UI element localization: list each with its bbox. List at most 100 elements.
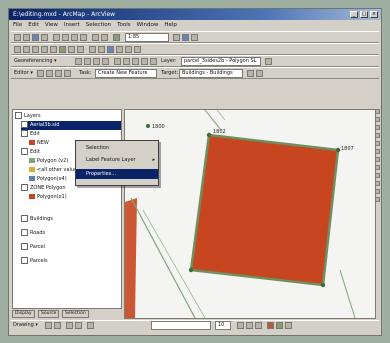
target-select[interactable]: Buildings - Buildings xyxy=(179,69,243,78)
shift-icon[interactable] xyxy=(84,58,91,65)
toc-item-roads[interactable]: Roads xyxy=(21,229,45,238)
link-table-icon[interactable] xyxy=(102,58,109,65)
checkbox-icon[interactable] xyxy=(21,215,28,222)
editor-menu[interactable]: Editor ▾ xyxy=(14,69,33,78)
redo-icon[interactable] xyxy=(101,34,108,41)
pan-icon[interactable] xyxy=(50,46,57,53)
map-canvas[interactable]: 1800 1802 1807 xyxy=(125,110,375,318)
checkbox-icon[interactable] xyxy=(21,229,28,236)
swipe-icon[interactable] xyxy=(150,58,157,65)
zoom-in-icon[interactable] xyxy=(14,46,21,53)
rotate-icon[interactable] xyxy=(75,58,82,65)
vertex-handle[interactable] xyxy=(188,267,194,273)
identify-icon[interactable] xyxy=(107,46,114,53)
vertex-handle[interactable] xyxy=(320,282,326,288)
add-control-points-icon[interactable] xyxy=(93,58,100,65)
effects-icon[interactable] xyxy=(114,58,121,65)
rectangle-tool-icon[interactable] xyxy=(75,322,82,329)
tool-icon[interactable] xyxy=(375,189,380,194)
tool-icon[interactable] xyxy=(375,125,380,130)
checkbox-icon[interactable] xyxy=(21,130,28,137)
italic-icon[interactable] xyxy=(246,322,253,329)
checkbox-icon[interactable] xyxy=(21,148,28,155)
cut-icon[interactable] xyxy=(53,34,60,41)
toc-item-aerial[interactable]: Aerial3b.sid xyxy=(21,121,121,130)
selected-parcel[interactable] xyxy=(189,133,340,287)
transparency-icon[interactable] xyxy=(141,58,148,65)
vertex-handle[interactable] xyxy=(335,147,341,153)
measure-icon[interactable] xyxy=(125,46,132,53)
rotate-element-icon[interactable] xyxy=(54,322,61,329)
close-button[interactable]: × xyxy=(370,11,378,18)
tool-icon[interactable] xyxy=(375,157,380,162)
line-color-icon[interactable] xyxy=(285,322,292,329)
drawing-menu[interactable]: Drawing ▾ xyxy=(13,321,38,330)
tool-icon[interactable] xyxy=(375,181,380,186)
select-elements-icon[interactable] xyxy=(98,46,105,53)
full-extent-icon[interactable] xyxy=(59,46,66,53)
maximize-button[interactable]: □ xyxy=(360,11,368,18)
whats-this-icon[interactable] xyxy=(191,34,198,41)
vertex-handle[interactable] xyxy=(146,124,150,128)
select-elements-icon[interactable] xyxy=(45,322,52,329)
toc-item-zone[interactable]: ZONE Polygon xyxy=(21,184,66,193)
menu-view[interactable]: View xyxy=(45,21,58,30)
tool-icon[interactable] xyxy=(375,197,380,202)
checkbox-icon[interactable] xyxy=(21,184,28,191)
checkbox-icon[interactable] xyxy=(21,121,28,128)
font-field[interactable] xyxy=(151,321,211,330)
task-select[interactable]: Create New Feature xyxy=(95,69,157,78)
copy-icon[interactable] xyxy=(62,34,69,41)
underline-icon[interactable] xyxy=(255,322,262,329)
adjacent-parcel[interactable] xyxy=(125,198,137,318)
font-size-field[interactable]: 10 xyxy=(215,321,231,330)
expand-icon[interactable] xyxy=(15,112,22,119)
bold-icon[interactable] xyxy=(237,322,244,329)
brightness-icon[interactable] xyxy=(132,58,139,65)
tool-icon[interactable] xyxy=(375,165,380,170)
context-item-properties[interactable]: Properties... xyxy=(76,169,158,179)
menu-insert[interactable]: Insert xyxy=(64,21,80,30)
minimize-button[interactable]: _ xyxy=(350,11,358,18)
menu-help[interactable]: Help xyxy=(164,21,177,30)
rotate-tool-icon[interactable] xyxy=(64,70,71,77)
menu-tools[interactable]: Tools xyxy=(117,21,131,30)
new-icon[interactable] xyxy=(14,34,21,41)
context-item-label-features[interactable]: Label Feature Layer ▸ xyxy=(76,155,158,165)
editor-toolbar-icon[interactable] xyxy=(173,34,180,41)
georeferencing-menu[interactable]: Georeferencing ▾ xyxy=(14,57,57,66)
find-icon[interactable] xyxy=(116,46,123,53)
menu-window[interactable]: Window xyxy=(137,21,159,30)
tool-icon[interactable] xyxy=(375,173,380,178)
checkbox-icon[interactable] xyxy=(21,257,28,264)
layer-select[interactable]: parcel_3sides2b - Polygon SL xyxy=(181,57,261,66)
attributes-icon[interactable] xyxy=(247,70,254,77)
tool-icon[interactable] xyxy=(375,141,380,146)
menu-file[interactable]: File xyxy=(13,21,22,30)
tool-icon[interactable] xyxy=(375,133,380,138)
toc-item-parcels[interactable]: Parcels xyxy=(21,257,48,266)
toc-item-layers[interactable]: Layers xyxy=(15,112,41,121)
tab-display[interactable]: Display xyxy=(12,310,35,318)
toc-item-edit[interactable]: Edit xyxy=(21,130,40,139)
sketch-properties-icon[interactable] xyxy=(256,70,263,77)
tab-source[interactable]: Source xyxy=(38,310,60,318)
toc-item-new[interactable]: NEW xyxy=(29,139,49,148)
vertex-handle[interactable] xyxy=(206,132,212,138)
split-tool-icon[interactable] xyxy=(55,70,62,77)
fixed-zoom-in-icon[interactable] xyxy=(32,46,39,53)
back-extent-icon[interactable] xyxy=(68,46,75,53)
menu-edit[interactable]: Edit xyxy=(28,21,39,30)
undo-icon[interactable] xyxy=(92,34,99,41)
fill-color-icon[interactable] xyxy=(276,322,283,329)
toc-item-buildings[interactable]: Buildings xyxy=(21,215,53,224)
checkbox-icon[interactable] xyxy=(21,243,28,250)
fixed-zoom-out-icon[interactable] xyxy=(41,46,48,53)
tool-icon[interactable] xyxy=(375,117,380,122)
scale-field[interactable]: 1:85 xyxy=(125,33,169,42)
sketch-tool-icon[interactable] xyxy=(46,70,53,77)
zoom-out-icon[interactable] xyxy=(23,46,30,53)
context-item-selection[interactable]: Selection xyxy=(76,143,158,153)
tool-icon[interactable] xyxy=(375,149,380,154)
map-display[interactable]: 1800 1802 1807 xyxy=(124,109,376,319)
